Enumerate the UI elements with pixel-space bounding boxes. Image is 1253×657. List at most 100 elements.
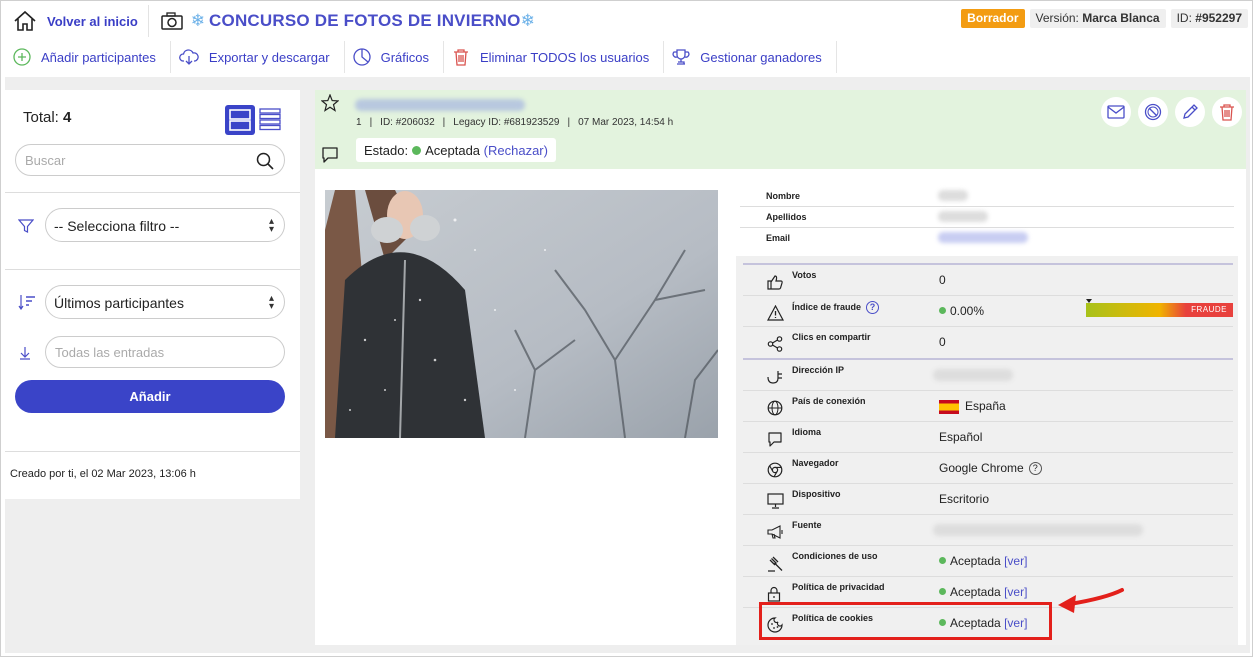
device-row: Dispositivo Escritorio xyxy=(743,484,1233,515)
field-row: Email xyxy=(740,228,1234,249)
version-badge: Versión: Marca Blanca xyxy=(1029,9,1166,28)
block-icon xyxy=(1144,103,1162,121)
filter-icon xyxy=(18,219,34,233)
photo-image xyxy=(325,190,718,438)
participant-name-blurred xyxy=(355,99,525,111)
block-button[interactable] xyxy=(1138,97,1168,127)
entry-legacy-id: Legacy ID: #681923529 xyxy=(453,117,560,128)
snowflake-icon: ❄ xyxy=(190,11,206,30)
page-title: ❄ CONCURSO DE FOTOS DE INVIERNO ❄ xyxy=(161,11,535,31)
fraud-indicator xyxy=(1086,299,1092,303)
field-value-blurred xyxy=(938,232,1028,243)
card-view-icon xyxy=(229,109,251,131)
browser-value: Google Chrome xyxy=(939,461,1024,475)
globe-icon xyxy=(767,400,783,416)
manage-winners-button[interactable]: Gestionar ganadores xyxy=(664,41,837,73)
app-window: Volver al inicio ❄ CONCURSO DE FOTOS DE … xyxy=(0,0,1253,657)
personal-data: Nombre Apellidos Email xyxy=(740,186,1234,249)
id-label: ID: xyxy=(1176,11,1192,25)
add-participants-label: Añadir participantes xyxy=(41,49,156,65)
add-button[interactable]: Añadir xyxy=(15,380,285,413)
votes-row: Votos 0 xyxy=(743,265,1233,296)
share-icon xyxy=(767,336,783,352)
filters-sidebar: Total: 4 Buscar -- Selecciona filtro -- … xyxy=(5,90,300,499)
email-button[interactable] xyxy=(1101,97,1131,127)
language-row: Idioma Español xyxy=(743,422,1233,453)
cloud-download-icon xyxy=(179,49,199,65)
trash-icon xyxy=(453,49,468,66)
divider xyxy=(5,451,300,452)
sort-select-value: Últimos participantes xyxy=(54,295,184,311)
privacy-view-link[interactable]: [ver] xyxy=(1004,585,1027,599)
votes-value: 0 xyxy=(939,273,946,287)
thumbs-up-icon xyxy=(767,275,783,290)
envelope-icon xyxy=(1107,105,1125,119)
fraud-row: Índice de fraude? 0.00% FRAUDE xyxy=(743,296,1233,327)
total-count: Total: 4 xyxy=(23,109,71,126)
delete-all-users-button[interactable]: Eliminar TODOS los usuarios xyxy=(444,41,665,73)
id-badge: ID: #952297 xyxy=(1170,9,1248,28)
plug-icon xyxy=(767,371,782,384)
add-participants-button[interactable]: Añadir participantes xyxy=(5,41,171,73)
monitor-icon xyxy=(767,493,784,509)
help-icon[interactable]: ? xyxy=(1028,462,1042,476)
gavel-icon xyxy=(768,556,783,572)
source-label: Fuente xyxy=(792,520,822,530)
spain-flag-icon xyxy=(939,399,959,414)
privacy-value-wrap: Aceptada [ver] xyxy=(939,585,1027,599)
sort-select[interactable]: Últimos participantes ▴ ▾ xyxy=(45,285,285,319)
device-label: Dispositivo xyxy=(792,489,841,499)
divider xyxy=(5,269,300,270)
entry-date: 07 Mar 2023, 14:54 h xyxy=(578,117,674,128)
sort-icon xyxy=(18,295,35,310)
help-icon[interactable]: ? xyxy=(866,301,880,314)
entries-input[interactable]: Todas las entradas xyxy=(45,336,285,368)
field-value-blurred xyxy=(938,190,968,201)
download-arrow-icon xyxy=(20,347,30,360)
card-view-button[interactable] xyxy=(225,105,255,135)
filter-select-value: -- Selecciona filtro -- xyxy=(54,218,180,234)
votes-label: Votos xyxy=(792,270,817,280)
reject-link[interactable]: (Rechazar) xyxy=(484,143,548,158)
field-row: Apellidos xyxy=(740,207,1234,228)
top-bar: Volver al inicio ❄ CONCURSO DE FOTOS DE … xyxy=(5,5,1248,37)
terms-view-link[interactable]: [ver] xyxy=(1004,554,1027,568)
entry-card: 1 | ID: #206032 | Legacy ID: #681923529 | 07 M… xyxy=(315,90,1246,645)
lock-icon xyxy=(767,586,781,602)
action-toolbar: Añadir participantes Exportar y descarga… xyxy=(5,41,837,73)
star-icon[interactable] xyxy=(321,94,339,112)
contest-title: CONCURSO DE FOTOS DE INVIERNO xyxy=(209,11,521,30)
search-icon[interactable] xyxy=(256,152,274,170)
trash-icon xyxy=(1220,104,1234,121)
list-view-button[interactable] xyxy=(259,107,281,136)
home-link[interactable]: Volver al inicio xyxy=(5,5,149,37)
export-button[interactable]: Exportar y descargar xyxy=(171,41,345,73)
language-label: Idioma xyxy=(792,427,822,437)
fraud-value-wrap: 0.00% xyxy=(939,304,984,318)
filter-select[interactable]: -- Selecciona filtro -- ▴ ▾ xyxy=(45,208,285,242)
fraud-meter: FRAUDE xyxy=(1086,299,1233,317)
search-placeholder: Buscar xyxy=(25,153,66,168)
entry-photo xyxy=(325,190,718,438)
comment-icon[interactable] xyxy=(321,146,339,164)
delete-all-users-label: Eliminar TODOS los usuarios xyxy=(479,49,650,65)
source-value-blurred xyxy=(933,524,1143,536)
entries-placeholder: Todas las entradas xyxy=(55,345,165,360)
ip-label: Dirección IP xyxy=(792,365,845,375)
export-label: Exportar y descargar xyxy=(208,49,330,65)
fraud-meter-label: FRAUDE xyxy=(1191,305,1227,314)
browser-label: Navegador xyxy=(792,458,839,468)
total-label: Total: xyxy=(23,109,59,126)
highlight-box xyxy=(759,602,1052,640)
search-input[interactable]: Buscar xyxy=(15,144,285,176)
language-value: Español xyxy=(939,430,983,444)
charts-button[interactable]: Gráficos xyxy=(345,41,444,73)
browser-row: Navegador Google Chrome? xyxy=(743,453,1233,484)
id-value: #952297 xyxy=(1195,11,1242,25)
entry-status: Estado: Aceptada (Rechazar) xyxy=(356,138,556,162)
delete-button[interactable] xyxy=(1212,97,1242,127)
manage-winners-label: Gestionar ganadores xyxy=(700,49,822,65)
edit-button[interactable] xyxy=(1175,97,1205,127)
ip-row: Dirección IP xyxy=(743,360,1233,391)
accepted-dot-icon xyxy=(939,557,946,564)
